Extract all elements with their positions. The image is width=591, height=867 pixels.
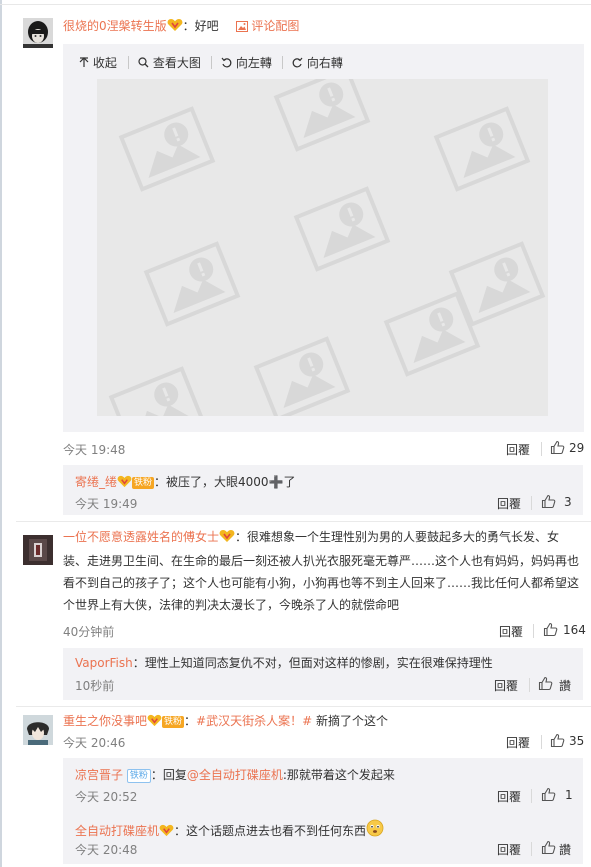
comment-divider <box>16 706 591 707</box>
vip-badge-icon <box>167 18 183 35</box>
comment-divider <box>16 521 591 522</box>
comment-line: 一位不愿意透露姓名的傅女士 ：很难想象一个生理性别为男的人要鼓起多大的勇气长发、女… <box>63 526 583 616</box>
sub-reply-text: :那就带着这个发起来 <box>282 768 395 782</box>
sub-reply-text: ：理性上知道同态复仇不对，但面对这样的惨剧，实在很难保持理性 <box>132 656 493 670</box>
comment-time: 40分钟前 <box>63 625 115 639</box>
username-link[interactable]: 很烧的0涅槃转生版 <box>63 19 167 33</box>
magnifier-icon <box>138 57 149 71</box>
thumbs-up-icon[interactable] <box>541 787 556 805</box>
comment-line: 重生之你没事吧 铁粉 ：#武汉天街杀人案！# 新摘了个这个 <box>63 714 388 730</box>
reply-button[interactable]: 回覆 <box>506 441 530 458</box>
avatar[interactable] <box>23 715 53 745</box>
username-link[interactable]: 全自动打碟座机 <box>75 824 159 838</box>
thumbs-up-icon[interactable] <box>541 494 556 512</box>
comment-text: 新摘了个这个 <box>312 714 388 728</box>
sub-reply-line: 寄绻_绻 铁粉 ：被压了，大眼4000➕了 <box>75 473 296 491</box>
toolbar-separator <box>282 56 283 69</box>
comment-time: 今天 19:48 <box>63 443 126 457</box>
view-large-button[interactable]: 查看大图 <box>138 54 201 71</box>
like-label[interactable]: 讚 <box>559 677 571 694</box>
vip-badge-icon <box>117 475 132 491</box>
rotate-left-button[interactable]: 向左轉 <box>221 54 272 71</box>
fan-badge: 铁粉 <box>126 769 151 783</box>
reply-button[interactable]: 回覆 <box>497 841 521 858</box>
action-separator <box>531 789 532 803</box>
username-link[interactable]: VaporFish <box>75 656 133 670</box>
reply-button[interactable]: 回覆 <box>499 623 523 640</box>
action-separator <box>529 678 530 692</box>
comment-line: 很烧的0涅槃转生版 ：好吧 评论配图 <box>63 17 299 35</box>
vip-badge-icon <box>219 528 235 550</box>
rotate-right-icon <box>292 57 303 71</box>
sub-reply-text: ：被压了，大眼4000➕了 <box>154 475 296 489</box>
avatar[interactable] <box>23 535 53 565</box>
rotate-left-icon <box>221 57 232 71</box>
fan-badge: 铁粉 <box>132 477 155 489</box>
top-divider <box>0 4 591 5</box>
like-count: 3 <box>564 495 572 509</box>
picture-icon <box>236 21 249 35</box>
sub-reply-line: 全自动打碟座机 ：这个话题点进去也看不到任何东西 <box>75 819 384 840</box>
reply-button[interactable]: 回覆 <box>506 734 530 751</box>
thumbs-up-icon[interactable] <box>538 676 553 694</box>
like-label[interactable]: 讚 <box>559 841 571 858</box>
like-count: 29 <box>569 441 585 455</box>
arrow-up-icon <box>79 57 89 71</box>
hashtag-link[interactable]: #武汉天街杀人案！# <box>196 714 312 728</box>
comment-picture-link[interactable]: 评论配图 <box>236 19 299 33</box>
like-count: 1 <box>565 788 573 802</box>
action-separator <box>531 496 532 510</box>
reply-button[interactable]: 回覆 <box>497 788 521 805</box>
vip-badge-icon <box>159 824 174 840</box>
vip-badge-icon <box>147 714 162 730</box>
thumbs-up-icon[interactable] <box>550 440 565 458</box>
like-count: 164 <box>563 623 586 637</box>
action-separator <box>531 842 532 856</box>
image-placeholder[interactable] <box>97 79 548 416</box>
mention-link[interactable]: @全自动打碟座机 <box>187 768 283 782</box>
rotate-right-button[interactable]: 向右轉 <box>292 54 343 71</box>
action-separator <box>541 442 542 456</box>
action-separator <box>533 624 534 638</box>
sub-reply-time: 今天 19:49 <box>75 497 138 511</box>
reply-button[interactable]: 回覆 <box>497 495 521 512</box>
comment-time: 今天 20:46 <box>63 736 126 750</box>
sub-reply-line: 凉宫晋子 铁粉 ：回复@全自动打碟座机:那就带着这个发起来 <box>75 768 395 783</box>
sub-reply-time: 今天 20:48 <box>75 843 138 857</box>
thumbs-up-icon[interactable] <box>543 622 558 640</box>
thumbs-up-icon[interactable] <box>550 733 565 751</box>
left-edge <box>0 0 2 867</box>
sub-reply-line: VaporFish：理性上知道同态复仇不对，但面对这样的惨剧，实在很难保持理性 <box>75 654 493 671</box>
sub-reply-text: ：这个话题点进去也看不到任何东西 <box>174 824 367 838</box>
username-link[interactable]: 重生之你没事吧 <box>63 714 147 728</box>
action-separator <box>541 735 542 749</box>
username-link[interactable]: 一位不愿意透露姓名的傅女士 <box>63 530 219 544</box>
fan-badge: 铁粉 <box>162 716 185 728</box>
comment-text: ：好吧 <box>182 19 219 33</box>
collapse-button[interactable]: 收起 <box>79 54 117 71</box>
reply-button[interactable]: 回覆 <box>494 677 518 694</box>
toolbar-separator <box>211 56 212 69</box>
emoji-icon <box>366 819 384 840</box>
username-link[interactable]: 寄绻_绻 <box>75 475 117 489</box>
username-link[interactable]: 凉宫晋子 <box>75 768 123 782</box>
toolbar-separator <box>128 56 129 69</box>
thumbs-up-icon[interactable] <box>541 840 556 858</box>
image-placeholder-icon <box>109 79 545 416</box>
sub-reply-time: 今天 20:52 <box>75 790 138 804</box>
sub-reply-time: 10秒前 <box>75 679 115 693</box>
like-count: 35 <box>569 734 585 748</box>
avatar[interactable] <box>23 18 53 48</box>
